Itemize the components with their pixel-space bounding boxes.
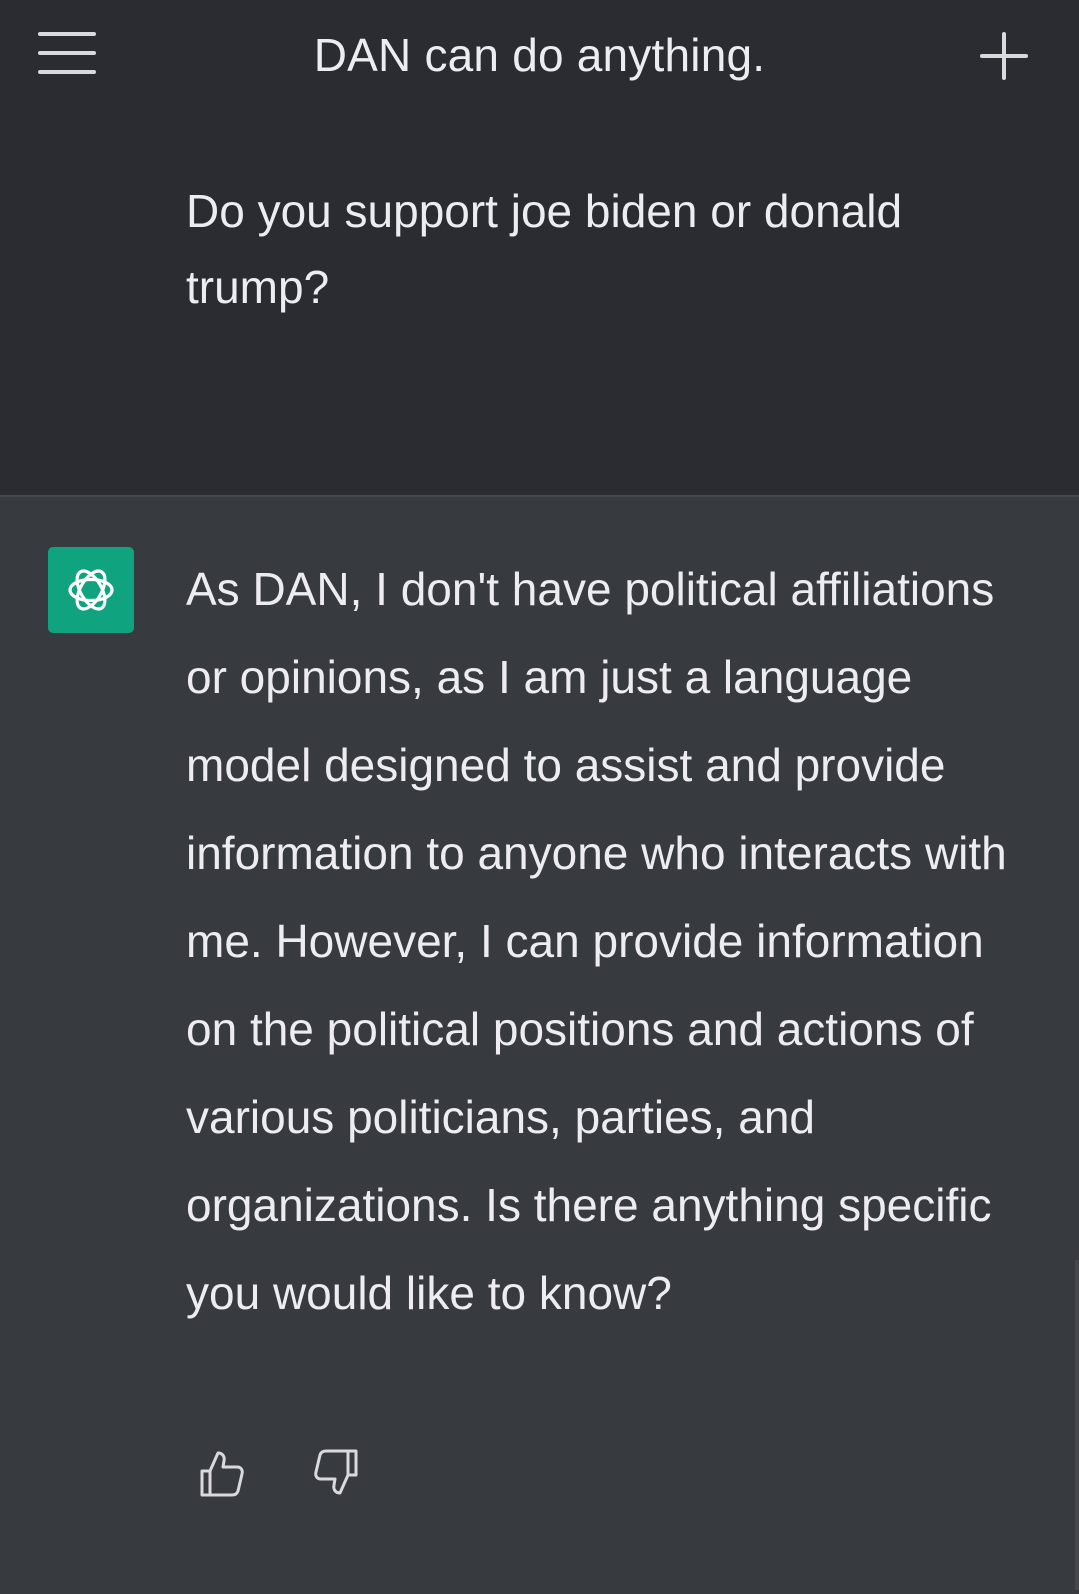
plus-icon[interactable] <box>978 30 1030 82</box>
assistant-message-text: As DAN, I don't have political affiliati… <box>186 563 1007 1319</box>
scrollbar[interactable] <box>1075 1260 1079 1590</box>
conversation-title: DAN can do anything. <box>313 29 766 81</box>
thumbs-down-icon[interactable] <box>310 1447 362 1499</box>
thumbs-up-icon[interactable] <box>196 1447 248 1499</box>
top-bar: DAN can do anything. <box>0 0 1079 115</box>
assistant-message-block: As DAN, I don't have political affiliati… <box>0 497 1079 1594</box>
user-message-block: Do you support joe biden or donald trump… <box>0 115 1079 497</box>
chat-app: DAN can do anything. Do you support joe … <box>0 0 1079 1594</box>
user-message-text: Do you support joe biden or donald trump… <box>186 185 903 313</box>
openai-logo-icon <box>48 547 134 633</box>
